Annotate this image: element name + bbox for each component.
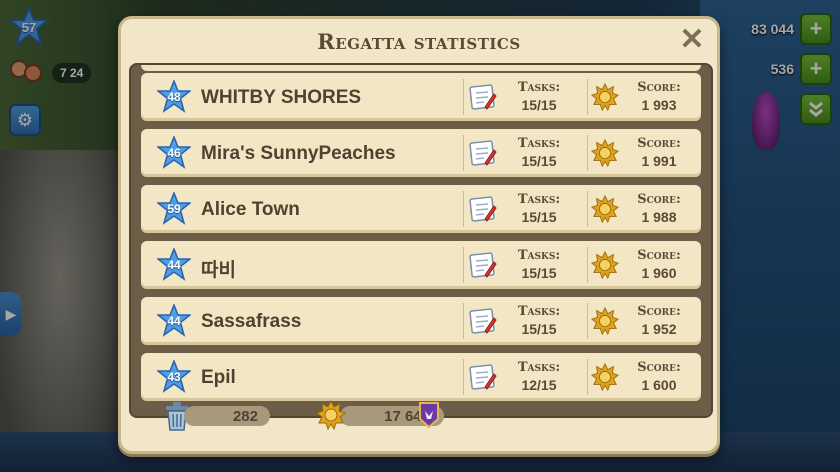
team-level-badge: 48 [157,80,191,114]
score-value: 1 952 [641,321,677,337]
divider [463,303,464,339]
tasks-block: Tasks: 15/15 [507,303,571,338]
sun-medal-icon [591,363,619,391]
sun-medal-icon [591,307,619,335]
divider [587,135,588,171]
tasks-label: Tasks: [517,248,561,263]
team-level: 48 [167,90,181,104]
divider [463,135,464,171]
regatta-statistics-dialog: Regatta statistics ✕ 48 WHITBY SHORES Task… [118,16,720,454]
tasks-label: Tasks: [517,192,561,207]
tasks-block: Tasks: 12/15 [507,359,571,394]
tasks-value: 15/15 [521,265,557,281]
divider [463,79,464,115]
score-block: Score: 1 960 [627,247,691,282]
score-label: Score: [637,80,681,95]
divider [587,359,588,395]
sun-medal-icon [591,251,619,279]
divider [587,303,588,339]
score-value: 1 993 [641,97,677,113]
team-row[interactable]: 44 Sassafrass Tasks: 15/15 Score: 1 952 [141,297,701,345]
team-list[interactable]: 48 WHITBY SHORES Tasks: 15/15 Score: 1 993 46 M… [129,63,713,418]
score-label: Score: [637,192,681,207]
team-name: Sassafrass [201,311,302,332]
task-note-icon [469,364,497,390]
task-note-icon [469,252,497,278]
score-label: Score: [637,136,681,151]
team-name: Alice Town [201,199,300,220]
team-level: 43 [167,370,181,384]
score-label: Score: [637,248,681,263]
team-row[interactable]: 46 Mira's SunnyPeaches Tasks: 15/15 Score: 1 … [141,129,701,177]
divider [463,359,464,395]
team-row[interactable]: 59 Alice Town Tasks: 15/15 Score: 1 988 [141,185,701,233]
tasks-value: 15/15 [521,321,557,337]
score-value: 1 600 [641,377,677,393]
team-level-badge: 43 [157,360,191,394]
team-emblem-icon [419,402,439,429]
tasks-label: Tasks: [517,80,561,95]
team-row[interactable]: 43 Epil Tasks: 12/15 Score: 1 600 [141,353,701,401]
tasks-value: 12/15 [521,377,557,393]
team-level: 46 [167,146,181,160]
team-name: Epil [201,367,236,388]
team-name: WHITBY SHORES [201,87,362,108]
tasks-label: Tasks: [517,360,561,375]
task-note-icon [469,140,497,166]
score-value: 1 988 [641,209,677,225]
tasks-label: Tasks: [517,136,561,151]
task-note-icon [469,84,497,110]
tasks-block: Tasks: 15/15 [507,191,571,226]
tasks-block: Tasks: 15/15 [507,79,571,114]
trash-count-value: 282 [232,407,258,425]
team-row[interactable]: 48 WHITBY SHORES Tasks: 15/15 Score: 1 993 [141,73,701,121]
divider [587,247,588,283]
trash-count-pill: 282 [184,406,270,426]
team-level: 44 [167,258,181,272]
close-icon: ✕ [679,23,705,56]
team-level-badge: 59 [157,192,191,226]
tasks-value: 15/15 [521,97,557,113]
task-note-icon [469,196,497,222]
score-value: 1 960 [641,265,677,281]
list-item-partial [141,65,701,71]
sun-medal-icon [591,195,619,223]
team-level-badge: 44 [157,304,191,338]
team-level-badge: 44 [157,248,191,282]
tasks-value: 15/15 [521,209,557,225]
team-level: 44 [167,314,181,328]
task-note-icon [469,308,497,334]
sun-medal-icon [316,400,346,430]
score-block: Score: 1 952 [627,303,691,338]
divider [587,79,588,115]
team-level-badge: 46 [157,136,191,170]
team-level: 59 [167,202,181,216]
sun-medal-icon [591,83,619,111]
divider [463,191,464,227]
dialog-title: Regatta statistics [317,29,521,54]
divider [463,247,464,283]
score-label: Score: [637,360,681,375]
team-name: Mira's SunnyPeaches [201,143,396,164]
score-label: Score: [637,304,681,319]
close-button[interactable]: ✕ [677,25,707,55]
tasks-value: 15/15 [521,153,557,169]
tasks-block: Tasks: 15/15 [507,135,571,170]
divider [587,191,588,227]
score-value: 1 991 [641,153,677,169]
tasks-block: Tasks: 15/15 [507,247,571,282]
score-block: Score: 1 600 [627,359,691,394]
score-block: Score: 1 988 [627,191,691,226]
team-name: 따비 [201,260,236,281]
score-block: Score: 1 993 [627,79,691,114]
tasks-label: Tasks: [517,304,561,319]
sun-medal-icon [591,139,619,167]
team-row[interactable]: 44 따비 Tasks: 15/15 Score: 1 960 [141,241,701,289]
score-block: Score: 1 991 [627,135,691,170]
